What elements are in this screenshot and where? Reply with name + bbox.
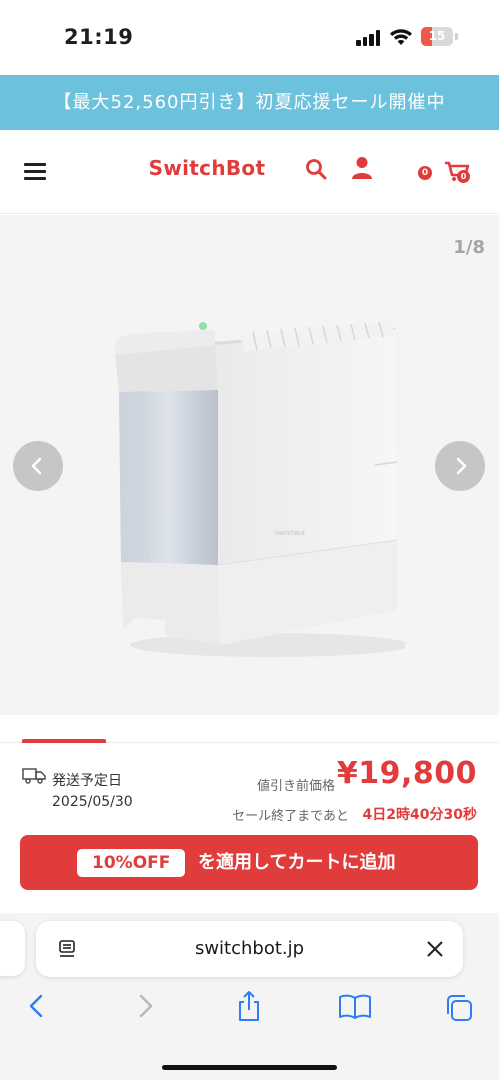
- tabs-icon[interactable]: [444, 993, 474, 1023]
- cart-icon-badge: 0: [457, 170, 470, 183]
- discount-chip: 10%OFF: [77, 849, 186, 877]
- promo-banner[interactable]: 【最大52,560円引き】初夏応援セール開催中: [0, 75, 499, 130]
- product-gallery[interactable]: 1/8 SwitchBot: [0, 215, 499, 715]
- menu-icon[interactable]: [24, 161, 46, 181]
- battery-icon: 15: [421, 27, 453, 46]
- address-bar[interactable]: switchbot.jp: [36, 921, 463, 977]
- status-time: 21:19: [64, 25, 134, 49]
- url-text[interactable]: switchbot.jp: [36, 938, 463, 959]
- purchase-panel: 発送予定日 2025/05/30 値引き前価格 ¥19,800 セール終了まであ…: [0, 743, 499, 913]
- chevron-right-icon: [456, 457, 467, 475]
- bookmarks-icon[interactable]: [338, 993, 372, 1021]
- status-bar: 21:19 15: [0, 0, 499, 75]
- ship-date-label: 発送予定日: [52, 773, 122, 789]
- add-to-cart-button[interactable]: 10%OFF を適用してカートに追加: [20, 835, 478, 890]
- sale-price: ¥19,800: [336, 756, 477, 791]
- home-indicator: [162, 1065, 337, 1070]
- delivery-truck-icon: [22, 768, 46, 784]
- chevron-left-icon: [31, 457, 42, 475]
- account-icon[interactable]: [351, 156, 373, 180]
- site-header: SwitchBot 0 0: [0, 130, 499, 214]
- site-logo[interactable]: SwitchBot: [140, 156, 274, 180]
- back-icon[interactable]: [26, 993, 48, 1019]
- gallery-next-button[interactable]: [435, 441, 485, 491]
- forward-icon[interactable]: [134, 993, 156, 1019]
- product-image-humidifier: SwitchBot: [115, 321, 405, 657]
- ship-date-value: 2025/05/30: [52, 794, 133, 810]
- add-to-cart-label: を適用してカートに追加: [198, 852, 396, 873]
- sale-countdown-label: セール終了まであと: [232, 809, 349, 824]
- original-price-label: 値引き前価格: [256, 779, 335, 794]
- close-icon[interactable]: [425, 939, 445, 959]
- share-icon[interactable]: [236, 990, 262, 1022]
- wifi-icon: [390, 29, 412, 45]
- battery-level: 15: [428, 29, 446, 43]
- previous-tab-preview[interactable]: [0, 921, 25, 976]
- gallery-prev-button[interactable]: [13, 441, 63, 491]
- cart-count-badge: 0: [418, 166, 432, 180]
- cellular-signal-icon: [356, 30, 382, 46]
- sale-countdown: 4日2時40分30秒: [362, 807, 477, 823]
- section-tab-strip: [0, 715, 499, 743]
- product-logo-text: SwitchBot: [275, 530, 306, 537]
- search-icon[interactable]: [305, 158, 327, 180]
- gallery-pager: 1/8: [453, 237, 485, 258]
- browser-chrome: switchbot.jp: [0, 913, 499, 1080]
